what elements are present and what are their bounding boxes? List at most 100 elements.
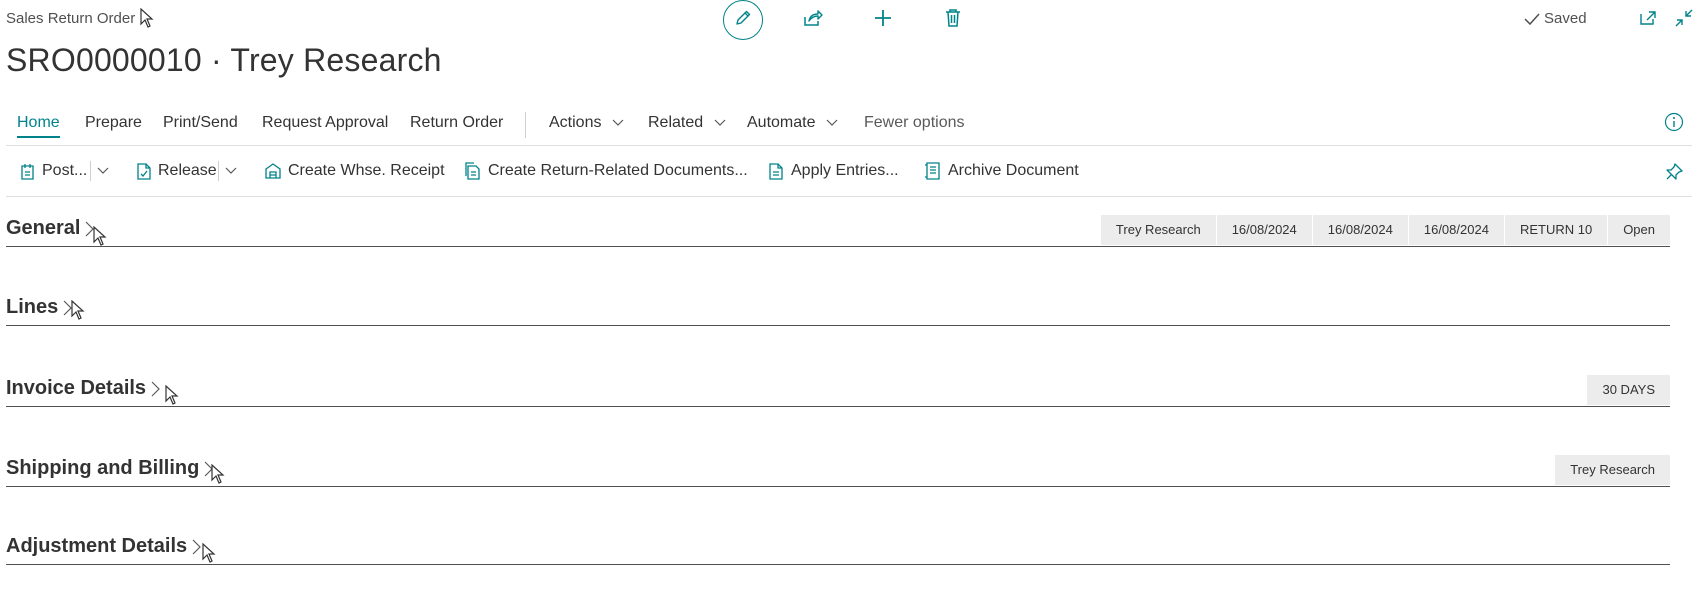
- collapse-button[interactable]: [1670, 8, 1698, 32]
- mouse-cursor-icon: [93, 226, 107, 246]
- archive-document-button[interactable]: Archive Document: [924, 160, 1079, 182]
- edit-button[interactable]: [723, 0, 763, 40]
- section-shipping-billing-header: Shipping and Billing Trey Research: [6, 453, 1670, 487]
- open-new-window-icon: [1639, 10, 1657, 31]
- share-icon: [803, 9, 823, 32]
- section-shipping-billing-title: Shipping and Billing: [6, 457, 200, 479]
- split-separator: [90, 161, 91, 181]
- share-button[interactable]: [793, 0, 833, 40]
- release-menu[interactable]: [212, 160, 243, 182]
- general-summary-badges: Trey Research 16/08/2024 16/08/2024 16/0…: [1100, 215, 1670, 245]
- new-button[interactable]: [863, 0, 903, 40]
- info-icon[interactable]: [1664, 112, 1686, 134]
- tab-actions[interactable]: Actions: [549, 114, 624, 136]
- apply-entries-button[interactable]: Apply Entries...: [767, 160, 899, 182]
- section-invoice-details-title: Invoice Details: [6, 377, 147, 399]
- status-badge: Open: [1607, 215, 1670, 245]
- chevron-down-icon: [826, 119, 838, 126]
- section-adjustment-details: Adjustment Details: [6, 531, 1670, 565]
- pin-icon[interactable]: [1664, 162, 1684, 187]
- section-divider: [6, 325, 1670, 326]
- chevron-right-icon: [192, 539, 202, 554]
- apply-entries-icon: [769, 163, 783, 180]
- post-label: Post...: [42, 162, 88, 179]
- delete-button[interactable]: [933, 0, 973, 40]
- post-icon: [21, 164, 34, 180]
- mouse-cursor-icon: [202, 543, 216, 563]
- section-divider: [6, 486, 1670, 487]
- release-icon: [137, 163, 151, 180]
- mouse-cursor-icon: [165, 385, 179, 405]
- badge-date: 16/08/2024: [1407, 215, 1504, 245]
- badge-date: 16/08/2024: [1311, 215, 1408, 245]
- save-status: Saved: [1524, 10, 1587, 27]
- page: Sales Return Order Saved SRO0000010 · Tr…: [0, 0, 1698, 594]
- tab-prepare[interactable]: Prepare: [85, 114, 142, 136]
- archive-icon: [925, 162, 940, 180]
- tab-actions-label: Actions: [549, 114, 602, 131]
- post-menu[interactable]: [84, 160, 115, 182]
- section-shipping-billing-toggle[interactable]: Shipping and Billing: [6, 457, 214, 480]
- create-return-related-button[interactable]: Create Return-Related Documents...: [464, 160, 748, 182]
- section-divider: [6, 406, 1670, 407]
- page-type-label: Sales Return Order: [6, 10, 136, 27]
- section-adjustment-details-toggle[interactable]: Adjustment Details: [6, 535, 202, 558]
- tab-home[interactable]: Home: [17, 114, 60, 138]
- section-shipping-billing: Shipping and Billing Trey Research: [6, 453, 1670, 487]
- fewer-options-button[interactable]: Fewer options: [864, 114, 965, 136]
- badge-payment-terms: 30 DAYS: [1587, 375, 1670, 405]
- page-title: SRO0000010 · Trey Research: [6, 42, 442, 78]
- section-lines-title: Lines: [6, 296, 59, 318]
- shipping-summary-badges: Trey Research: [1555, 455, 1670, 485]
- trash-icon: [944, 8, 962, 33]
- section-general-header: General Trey Research 16/08/2024 16/08/2…: [6, 213, 1670, 247]
- plus-icon: [873, 8, 893, 33]
- tab-request-approval[interactable]: Request Approval: [262, 114, 388, 136]
- pencil-icon: [734, 9, 752, 32]
- chevron-down-icon: [714, 119, 726, 126]
- section-general-toggle[interactable]: General: [6, 217, 95, 240]
- section-adjustment-details-header: Adjustment Details: [6, 531, 1670, 565]
- action-bar: Post... Release Create Whse. Receipt Cre…: [0, 154, 1698, 190]
- tab-print-send[interactable]: Print/Send: [163, 114, 238, 136]
- tab-automate[interactable]: Automate: [747, 114, 838, 136]
- create-whse-receipt-button[interactable]: Create Whse. Receipt: [264, 160, 445, 182]
- tabs-divider: [6, 145, 1692, 146]
- badge-customer: Trey Research: [1100, 215, 1216, 245]
- chevron-down-icon: [612, 119, 624, 126]
- section-divider: [6, 564, 1670, 565]
- save-status-label: Saved: [1544, 10, 1587, 27]
- archive-document-label: Archive Document: [948, 162, 1079, 179]
- top-bar: Sales Return Order Saved: [0, 0, 1698, 40]
- record-actions: [723, 0, 973, 40]
- chevron-down-icon: [225, 167, 237, 174]
- release-label: Release: [158, 162, 217, 179]
- warehouse-icon: [265, 163, 281, 179]
- section-general-title: General: [6, 217, 81, 239]
- section-lines-toggle[interactable]: Lines: [6, 296, 73, 319]
- action-tabs: Home Prepare Print/Send Request Approval…: [0, 108, 1698, 146]
- create-whse-receipt-label: Create Whse. Receipt: [288, 162, 445, 179]
- open-new-window-button[interactable]: [1634, 8, 1662, 32]
- section-lines-header: Lines: [6, 292, 1670, 326]
- tab-automate-label: Automate: [747, 114, 816, 131]
- tab-return-order[interactable]: Return Order: [410, 114, 503, 136]
- mouse-cursor-icon: [140, 8, 154, 28]
- create-return-related-label: Create Return-Related Documents...: [488, 162, 748, 179]
- check-icon: [1524, 12, 1540, 25]
- chevron-down-icon: [97, 167, 109, 174]
- badge-date: 16/08/2024: [1215, 215, 1312, 245]
- collapse-icon: [1675, 9, 1693, 32]
- mouse-cursor-icon: [211, 464, 225, 484]
- tab-related[interactable]: Related: [648, 114, 726, 136]
- section-lines: Lines: [6, 292, 1670, 326]
- section-invoice-details-header: Invoice Details 30 DAYS: [6, 373, 1670, 407]
- release-button[interactable]: Release: [136, 160, 217, 182]
- tab-related-label: Related: [648, 114, 704, 131]
- documents-icon: [465, 162, 480, 180]
- chevron-right-icon: [151, 381, 160, 396]
- post-button[interactable]: Post...: [20, 160, 87, 182]
- mouse-cursor-icon: [71, 300, 85, 320]
- section-invoice-details-toggle[interactable]: Invoice Details: [6, 377, 160, 400]
- section-invoice-details: Invoice Details 30 DAYS: [6, 373, 1670, 407]
